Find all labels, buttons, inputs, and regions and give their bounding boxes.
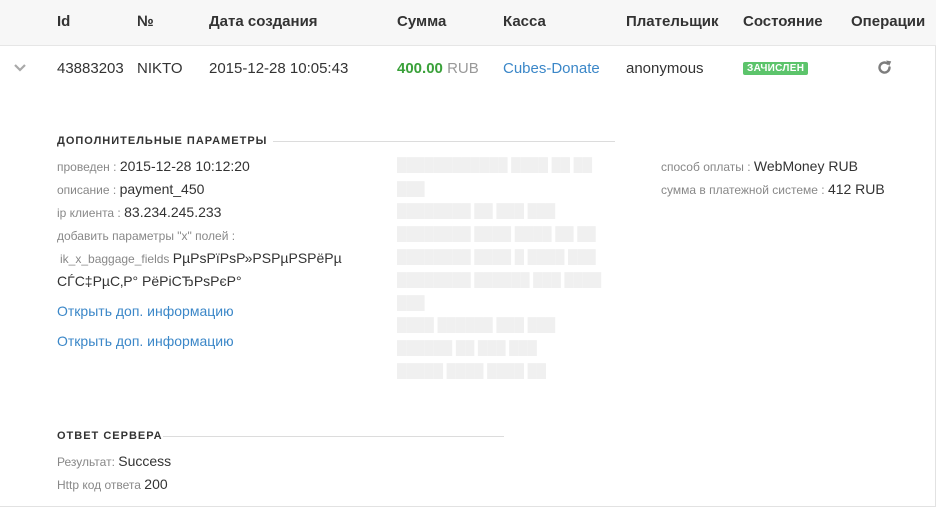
http-code-row: Http код ответа 200 [57,476,168,492]
cashbox-link[interactable]: Cubes-Donate [503,60,600,77]
table-header: Id № Дата создания Сумма Касса Плательщи… [0,0,936,46]
paid-at-row: проведен : 2015-12-28 10:12:20 [57,158,250,174]
extra-params-title: ДОПОЛНИТЕЛЬНЫЕ ПАРАМЕТРЫ [57,135,268,147]
http-code-value: 200 [144,476,168,492]
row-id: 43883203 [57,60,124,77]
baggage-fields-row: ik_x_baggage_fields РµРѕРїРѕР»РЅРµРЅРёРµ [60,250,342,266]
result-label: Результат: [57,455,115,469]
paid-at-label: проведен : [57,160,117,174]
ghost-text: ████████ ████ ████ ██ ██ [397,226,596,241]
description-row: описание : payment_450 [57,181,204,197]
ghost-text: ██████ ██ ███ ███ [397,340,537,355]
client-ip-row: ip клиента : 83.234.245.233 [57,204,221,220]
row-amount: 400.00 RUB [397,60,479,77]
header-cashbox[interactable]: Касса [503,13,546,30]
amount-value: 400.00 [397,60,443,77]
payment-method-row: способ оплаты : WebMoney RUB [661,158,858,174]
ghost-text: ████████████ ████ ██ ██ [397,157,593,172]
payment-method-label: способ оплаты : [661,160,751,174]
http-code-label: Http код ответа [57,478,141,492]
system-sum-label: сумма в платежной системе : [661,183,825,197]
header-id[interactable]: Id [57,13,70,30]
header-amount[interactable]: Сумма [397,13,446,30]
xfields-label: добавить параметры "x" полей : [57,229,236,243]
ghost-text: ███ [397,181,425,196]
result-row: Результат: Success [57,453,171,469]
paid-at-value: 2015-12-28 10:12:20 [119,158,250,174]
system-sum-row: сумма в платежной системе : 412 RUB [661,181,885,197]
header-number[interactable]: № [137,13,154,30]
header-payer[interactable]: Плательщик [626,13,718,30]
ghost-text: ████████ ████ █ ████ ███ [397,249,596,264]
client-ip-label: ip клиента : [57,206,121,220]
server-response-title: ОТВЕТ СЕРВЕРА [57,430,163,442]
ghost-text: ███ [397,295,425,310]
description-label: описание : [57,183,117,197]
system-sum-value: 412 RUB [827,181,885,197]
client-ip-value: 83.234.245.233 [124,204,222,220]
baggage-fields-key: ik_x_baggage_fields [60,252,170,266]
description-value: payment_450 [119,181,205,197]
ghost-text: █████ ████ ████ ██ [397,363,546,378]
status-badge: ЗАЧИСЛЕН [743,62,809,75]
row-number: NIKTO [137,60,183,77]
ghost-text: ████████ ██ ███ ███ [397,203,556,218]
open-extra-info-link[interactable]: Открыть доп. информацию [57,333,234,349]
refresh-icon[interactable] [876,59,893,76]
amount-currency: RUB [447,60,479,77]
ghost-text: ████████ ██████ ███ ████ [397,272,602,287]
row-payer: anonymous [626,60,704,77]
baggage-fields-value-cont: СЃС‡РµС‚Р° РёРіСЂРѕРєР° [57,273,242,289]
baggage-fields-value: РµРѕРїРѕР»РЅРµРЅРёРµ [172,250,342,266]
section-divider [163,436,504,437]
header-operations: Операции [851,13,926,30]
payment-method-value: WebMoney RUB [753,158,858,174]
result-value: Success [118,453,172,469]
ghost-text: ████ ██████ ███ ███ [397,317,556,332]
row-created: 2015-12-28 10:05:43 [209,60,349,77]
payments-panel: Id № Дата создания Сумма Касса Плательщи… [0,0,936,507]
open-extra-info-link[interactable]: Открыть доп. информацию [57,303,234,319]
chevron-down-icon[interactable] [12,62,28,74]
section-divider [273,141,615,142]
header-state[interactable]: Состояние [743,13,823,30]
header-created[interactable]: Дата создания [209,13,318,30]
